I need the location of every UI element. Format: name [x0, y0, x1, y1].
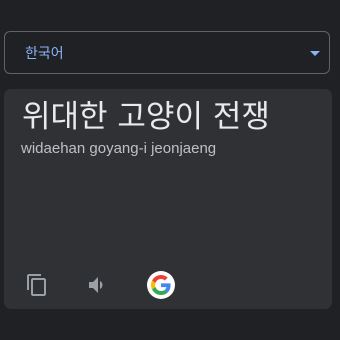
selected-language-label: 한국어 [25, 45, 64, 62]
romanization-text: widaehan goyang-i jeonjaeng [21, 140, 217, 157]
dropdown-arrow-icon [310, 51, 320, 56]
translate-widget: 한국어 위대한 고양이 전쟁 widaehan goyang-i jeonjae… [0, 0, 340, 340]
copy-icon [27, 274, 46, 296]
speaker-icon [89, 277, 103, 293]
translated-text: 위대한 고양이 전쟁 [22, 99, 270, 135]
listen-button[interactable] [83, 270, 113, 300]
google-search-button[interactable] [146, 270, 176, 300]
translation-card: 위대한 고양이 전쟁 widaehan goyang-i jeonjaeng [4, 89, 332, 309]
copy-button[interactable] [22, 270, 52, 300]
google-logo-icon [147, 271, 175, 299]
target-language-select[interactable]: 한국어 [4, 31, 330, 74]
